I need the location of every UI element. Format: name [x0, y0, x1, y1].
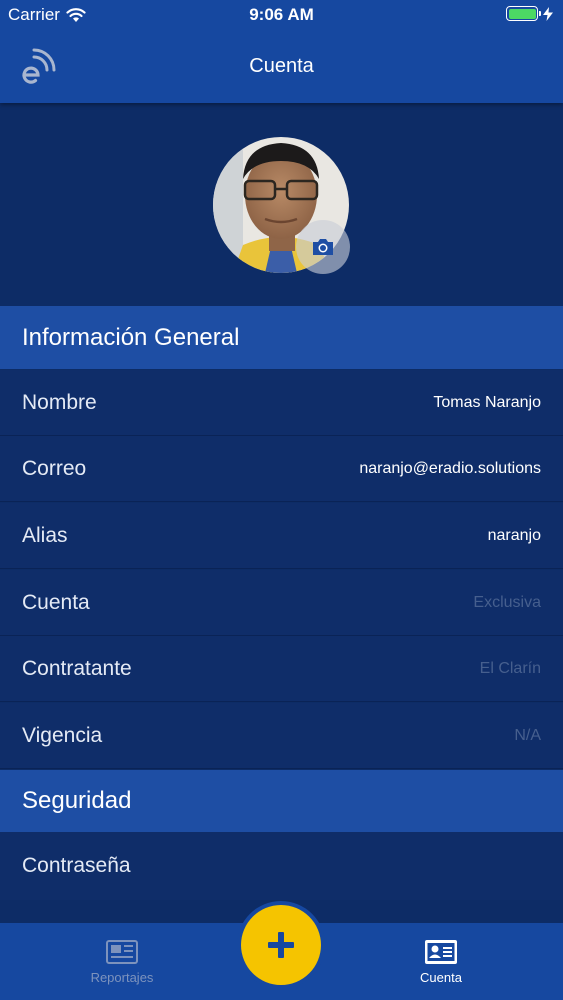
- row-label: Nombre: [22, 390, 97, 414]
- tab-reportajes[interactable]: Reportajes: [67, 939, 177, 985]
- row-value: Exclusiva: [473, 593, 541, 611]
- section-header-general: Información General: [0, 306, 563, 369]
- row-alias[interactable]: Alias naranjo: [0, 503, 563, 569]
- row-label: Contraseña: [22, 854, 131, 877]
- row-label: Correo: [22, 456, 87, 480]
- battery-icon: [506, 6, 541, 21]
- status-bar: Carrier 9:06 AM: [0, 0, 563, 30]
- row-value: naranjo: [487, 526, 541, 544]
- row-label: Cuenta: [22, 590, 90, 614]
- page-title: Cuenta: [249, 55, 314, 77]
- profile-area: [0, 103, 563, 306]
- row-label: Vigencia: [22, 723, 103, 747]
- row-label: Contratante: [22, 656, 132, 680]
- row-value: naranjo@eradio.solutions: [359, 459, 541, 477]
- row-cuenta: Cuenta Exclusiva: [0, 570, 563, 636]
- section-header-security: Seguridad: [0, 770, 563, 832]
- battery-indicator: [506, 6, 553, 21]
- newspaper-icon: [106, 940, 138, 964]
- row-contratante: Contratante El Clarín: [0, 636, 563, 702]
- row-nombre[interactable]: Nombre Tomas Naranjo: [0, 370, 563, 436]
- row-value: El Clarín: [479, 659, 541, 677]
- row-value: N/A: [514, 726, 541, 744]
- row-correo[interactable]: Correo naranjo@eradio.solutions: [0, 436, 563, 502]
- camera-icon: [313, 239, 333, 255]
- battery-fill: [508, 8, 536, 19]
- row-label: Alias: [22, 523, 68, 547]
- change-photo-button[interactable]: [296, 220, 350, 274]
- charging-bolt-icon: [543, 6, 553, 21]
- add-report-button[interactable]: [241, 905, 321, 985]
- row-vigencia: Vigencia N/A: [0, 703, 563, 769]
- plus-icon: [268, 932, 294, 958]
- tab-label: Reportajes: [90, 970, 154, 985]
- tab-cuenta[interactable]: Cuenta: [386, 939, 496, 985]
- row-contrasena[interactable]: Contraseña: [0, 832, 563, 900]
- row-value: Tomas Naranjo: [433, 393, 541, 411]
- id-card-icon: [425, 940, 457, 964]
- header: Carrier 9:06 AM Cuenta: [0, 0, 563, 103]
- status-time: 9:06 AM: [249, 5, 314, 24]
- tab-label: Cuenta: [420, 970, 462, 985]
